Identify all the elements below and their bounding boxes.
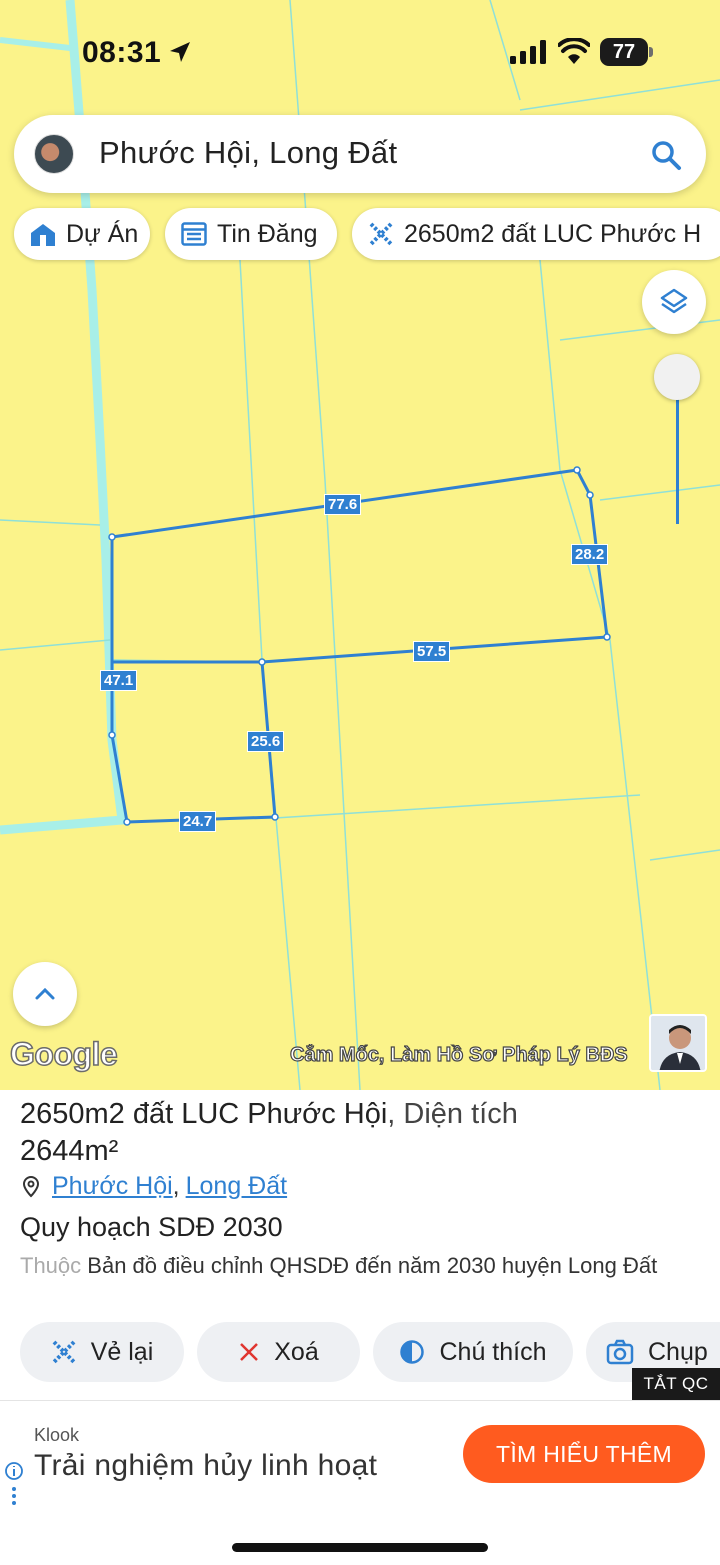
chip-parcel[interactable]: 2650m2 đất LUC Phước H <box>352 208 720 260</box>
parcel-title: 2650m2 đất LUC Phước Hội, Diện tích 2644… <box>20 1096 700 1170</box>
chip-label: Tin Đăng <box>217 219 318 248</box>
map-pin-icon <box>22 1175 40 1197</box>
delete-button[interactable]: Xoá <box>197 1322 360 1382</box>
ad-cta-button[interactable]: TÌM HIỂU THÊM <box>463 1425 705 1483</box>
chip-label: 2650m2 đất LUC Phước H <box>404 219 702 248</box>
profile-thumbnail[interactable] <box>649 1014 707 1072</box>
avatar[interactable] <box>34 134 74 174</box>
building-icon <box>28 219 58 249</box>
status-bar: 08:31 77 <box>0 0 720 100</box>
area-prefix: , Diện tích <box>387 1098 518 1130</box>
expand-panel-button[interactable] <box>13 962 77 1026</box>
chip-tin-dang[interactable]: Tin Đăng <box>165 208 337 260</box>
redraw-button[interactable]: Vẻ lại <box>20 1322 184 1382</box>
battery-icon: 77 <box>600 38 653 66</box>
parcel-outline[interactable] <box>110 468 609 824</box>
search-query[interactable]: Phước Hội, Long Đất <box>99 135 397 171</box>
close-icon <box>238 1341 260 1363</box>
layers-button[interactable] <box>642 270 706 334</box>
map-view[interactable]: 77.6 28.2 57.5 47.1 25.6 24.7 08:31 77 P… <box>0 0 720 1090</box>
chip-du-an[interactable]: Dự Án <box>14 208 150 260</box>
parcel-info-panel: 2650m2 đất LUC Phước Hội, Diện tích 2644… <box>0 1090 720 1400</box>
dimension-label: 47.1 <box>100 670 138 691</box>
dimension-label: 25.6 <box>247 731 285 752</box>
filter-chips: Dự Án Tin Đăng 2650m2 đất LUC Phước H <box>0 208 720 260</box>
plan-desc-text: Bản đồ điều chỉnh QHSDĐ đến năm 2030 huy… <box>87 1253 658 1278</box>
dimension-label: 24.7 <box>179 811 217 832</box>
redraw-icon <box>51 1339 77 1365</box>
legend-button[interactable]: Chú thích <box>373 1322 573 1382</box>
camera-icon <box>606 1339 634 1365</box>
ad-info-icon[interactable] <box>4 1461 24 1509</box>
google-logo: Google <box>9 1035 118 1073</box>
cellular-signal-icon <box>510 40 546 64</box>
parcel-vertices[interactable] <box>108 466 611 826</box>
action-label: Chụp <box>648 1337 708 1366</box>
wifi-icon <box>558 38 590 64</box>
hide-ad-button[interactable]: TẮT QC <box>632 1368 720 1400</box>
ad-banner[interactable]: Klook Trải nghiệm hủy linh hoạt TÌM HIỂU… <box>0 1400 720 1510</box>
parcel-location: Phước Hội, Long Đất <box>20 1172 287 1201</box>
home-indicator[interactable] <box>232 1543 488 1552</box>
location-link-ward[interactable]: Phước Hội <box>52 1172 173 1201</box>
area-value: 2644m² <box>20 1135 119 1167</box>
location-link-district[interactable]: Long Đất <box>186 1172 287 1201</box>
calendar-list-icon <box>179 219 209 249</box>
action-label: Xoá <box>274 1337 319 1366</box>
plan-description: Thuộc Bản đồ điều chỉnh QHSDĐ đến năm 20… <box>20 1250 710 1282</box>
location-separator: , <box>172 1172 180 1200</box>
chip-label: Dự Án <box>66 219 139 248</box>
chevron-up-icon <box>35 987 55 1000</box>
action-label: Chú thích <box>439 1337 547 1366</box>
opacity-slider-handle[interactable] <box>654 354 700 400</box>
layers-icon <box>660 288 688 314</box>
dimension-label: 77.6 <box>324 494 362 515</box>
map-caption: Cắm Mốc, Làm Hồ Sơ Pháp Lý BĐS <box>290 1044 628 1067</box>
dimension-label: 57.5 <box>413 641 451 662</box>
action-label: Vẻ lại <box>90 1337 154 1366</box>
dimension-label: 28.2 <box>571 544 609 565</box>
plan-title: Quy hoạch SDĐ 2030 <box>20 1212 283 1242</box>
search-bar[interactable]: Phước Hội, Long Đất <box>14 115 706 193</box>
contrast-icon <box>399 1339 425 1365</box>
status-time: 08:31 <box>82 36 162 69</box>
ad-headline[interactable]: Trải nghiệm hủy linh hoạt <box>34 1449 377 1483</box>
ad-brand: Klook <box>34 1425 80 1445</box>
search-icon[interactable] <box>650 139 682 171</box>
plan-prefix: Thuộc <box>20 1253 82 1278</box>
action-buttons: Vẻ lại Xoá Chú thích Chụp <box>0 1322 720 1382</box>
location-arrow-icon <box>170 42 190 62</box>
battery-level: 77 <box>612 41 636 63</box>
ruler-icon <box>366 219 396 249</box>
parcel-name: 2650m2 đất LUC Phước Hội <box>20 1098 388 1130</box>
